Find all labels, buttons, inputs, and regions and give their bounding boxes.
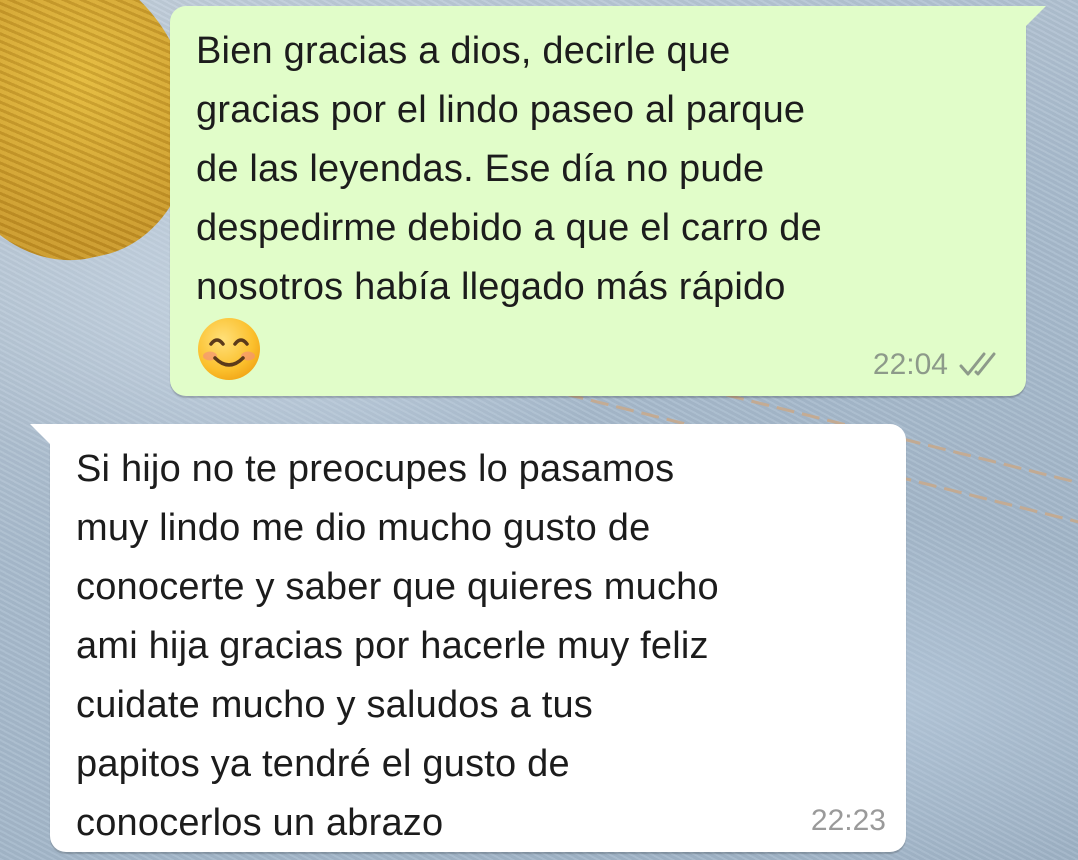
incoming-message-bubble[interactable]: Si hijo no te preocupes lo pasamos muy l… bbox=[30, 424, 906, 852]
outgoing-message-time: 22:04 bbox=[872, 348, 948, 381]
outgoing-message-bubble[interactable]: Bien gracias a dios, decirle que gracias… bbox=[170, 6, 1046, 396]
smiling-face-emoji-icon bbox=[198, 318, 260, 380]
incoming-message-text: Si hijo no te preocupes lo pasamos muy l… bbox=[76, 448, 719, 844]
incoming-message-time: 22:23 bbox=[810, 804, 886, 837]
incoming-message-meta: 22:23 bbox=[811, 804, 886, 838]
double-check-icon bbox=[959, 352, 996, 376]
outgoing-message-meta: 22:04 bbox=[873, 348, 1004, 382]
outgoing-message-text: Bien gracias a dios, decirle que gracias… bbox=[196, 30, 822, 308]
